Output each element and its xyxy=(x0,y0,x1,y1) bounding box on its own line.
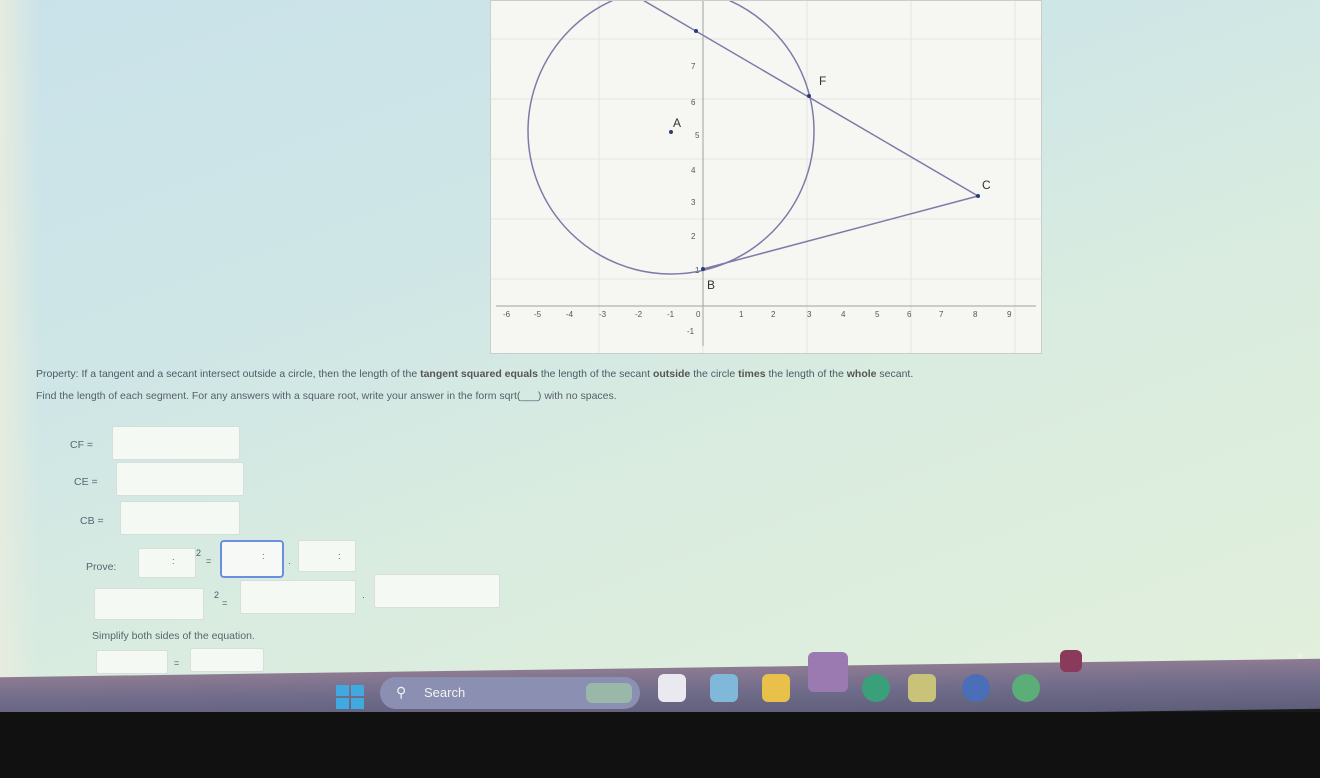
x-tick: 7 xyxy=(939,310,944,319)
grid xyxy=(491,1,1041,353)
x-tick: -3 xyxy=(599,310,607,319)
file-explorer-icon[interactable] xyxy=(762,674,790,702)
x-tick: 5 xyxy=(875,310,880,319)
x-tick: -2 xyxy=(635,310,643,319)
simplify-instruction: Simplify both sides of the equation. xyxy=(92,630,255,642)
superscript-2: 2 xyxy=(214,590,220,600)
tangent-line xyxy=(702,195,979,270)
x-tick: 4 xyxy=(841,310,846,319)
windows-logo-tile xyxy=(351,698,364,709)
ce-label: CE = xyxy=(74,476,98,488)
tray-chevron-up-icon[interactable]: ˆ xyxy=(1260,648,1264,662)
taskbar-search[interactable]: ⚲ Search xyxy=(380,677,640,709)
x-tick: 8 xyxy=(973,310,978,319)
store-icon[interactable] xyxy=(808,652,848,692)
multiply-dot: · xyxy=(362,592,365,602)
geometry-graph: -6 -5 -4 -3 -2 -1 0 1 2 3 4 5 6 7 8 9 7 … xyxy=(490,0,1042,354)
simplify-right-input[interactable] xyxy=(190,648,264,672)
x-tick: 9 xyxy=(1007,310,1012,319)
prove-tangent-input[interactable] xyxy=(138,548,196,578)
value-whole-input[interactable] xyxy=(374,574,500,608)
x-tick: 1 xyxy=(739,310,744,319)
label-c: C xyxy=(982,178,991,192)
multiply-dot: · xyxy=(288,558,291,568)
point-b xyxy=(701,267,705,271)
y-tick: 6 xyxy=(691,98,696,107)
start-button[interactable] xyxy=(336,685,364,709)
windows-logo-tile xyxy=(336,685,349,696)
colon: : xyxy=(262,551,265,561)
point-e xyxy=(694,29,698,33)
property-statement: Property: If a tangent and a secant inte… xyxy=(36,368,914,380)
y-tick-labels: 7 6 5 4 3 2 1 -1 xyxy=(687,62,700,336)
circle xyxy=(527,1,815,275)
point-f xyxy=(807,94,811,98)
graph-canvas: -6 -5 -4 -3 -2 -1 0 1 2 3 4 5 6 7 8 9 7 … xyxy=(491,1,1041,353)
equals-sign: = xyxy=(174,658,180,668)
y-tick: 7 xyxy=(691,62,696,71)
point-c xyxy=(976,194,980,198)
point-a xyxy=(669,130,673,134)
x-tick: -4 xyxy=(566,310,574,319)
y-tick: 2 xyxy=(691,232,696,241)
widgets-icon[interactable] xyxy=(710,674,738,702)
windows-logo-tile xyxy=(351,685,364,696)
app-icon-small[interactable] xyxy=(1060,650,1082,672)
search-highlight-image xyxy=(586,683,632,703)
chrome-icon[interactable] xyxy=(1012,674,1040,702)
prove-outside-input[interactable] xyxy=(220,540,284,578)
cf-label: CF = xyxy=(70,439,94,451)
y-tick: 4 xyxy=(691,166,696,175)
laptop-bezel xyxy=(0,712,1320,778)
value-tangent-input[interactable] xyxy=(94,588,204,620)
equals-sign: = xyxy=(222,598,228,608)
prove-label: Prove: xyxy=(86,561,117,573)
equals-sign: = xyxy=(206,556,212,566)
search-icon: ⚲ xyxy=(396,684,407,700)
x-tick: -6 xyxy=(503,310,511,319)
task-view-icon[interactable] xyxy=(658,674,686,702)
x-tick: 2 xyxy=(771,310,776,319)
x-tick-labels: -6 -5 -4 -3 -2 -1 0 1 2 3 4 5 6 7 8 9 xyxy=(503,310,1012,319)
y-tick: 3 xyxy=(691,198,696,207)
x-tick: 3 xyxy=(807,310,812,319)
edge-icon[interactable] xyxy=(862,674,890,702)
app-icon[interactable] xyxy=(962,674,990,702)
windows-logo-tile xyxy=(336,698,349,709)
x-tick: 0 xyxy=(696,310,701,319)
colon: : xyxy=(338,551,341,561)
tray-cloud-icon[interactable]: ● xyxy=(1296,648,1303,662)
x-tick: -5 xyxy=(534,310,542,319)
label-b: B xyxy=(707,278,715,292)
prove-whole-input[interactable] xyxy=(298,540,356,572)
colon: : xyxy=(172,556,175,566)
search-label: Search xyxy=(424,685,466,700)
instructions: Find the length of each segment. For any… xyxy=(36,390,617,402)
cf-input[interactable] xyxy=(112,426,240,460)
y-tick: -1 xyxy=(687,327,695,336)
x-tick: -1 xyxy=(667,310,675,319)
superscript-2: 2 xyxy=(196,548,202,558)
label-a: A xyxy=(673,116,681,130)
label-f: F xyxy=(819,74,826,88)
cb-input[interactable] xyxy=(120,501,240,535)
calendar-app-icon[interactable] xyxy=(908,674,936,702)
x-tick: 6 xyxy=(907,310,912,319)
y-tick: 5 xyxy=(695,131,700,140)
screen-edge xyxy=(0,0,40,700)
ce-input[interactable] xyxy=(116,462,244,496)
simplify-left-input[interactable] xyxy=(96,650,168,674)
cb-label: CB = xyxy=(80,515,104,527)
value-outside-input[interactable] xyxy=(240,580,356,614)
